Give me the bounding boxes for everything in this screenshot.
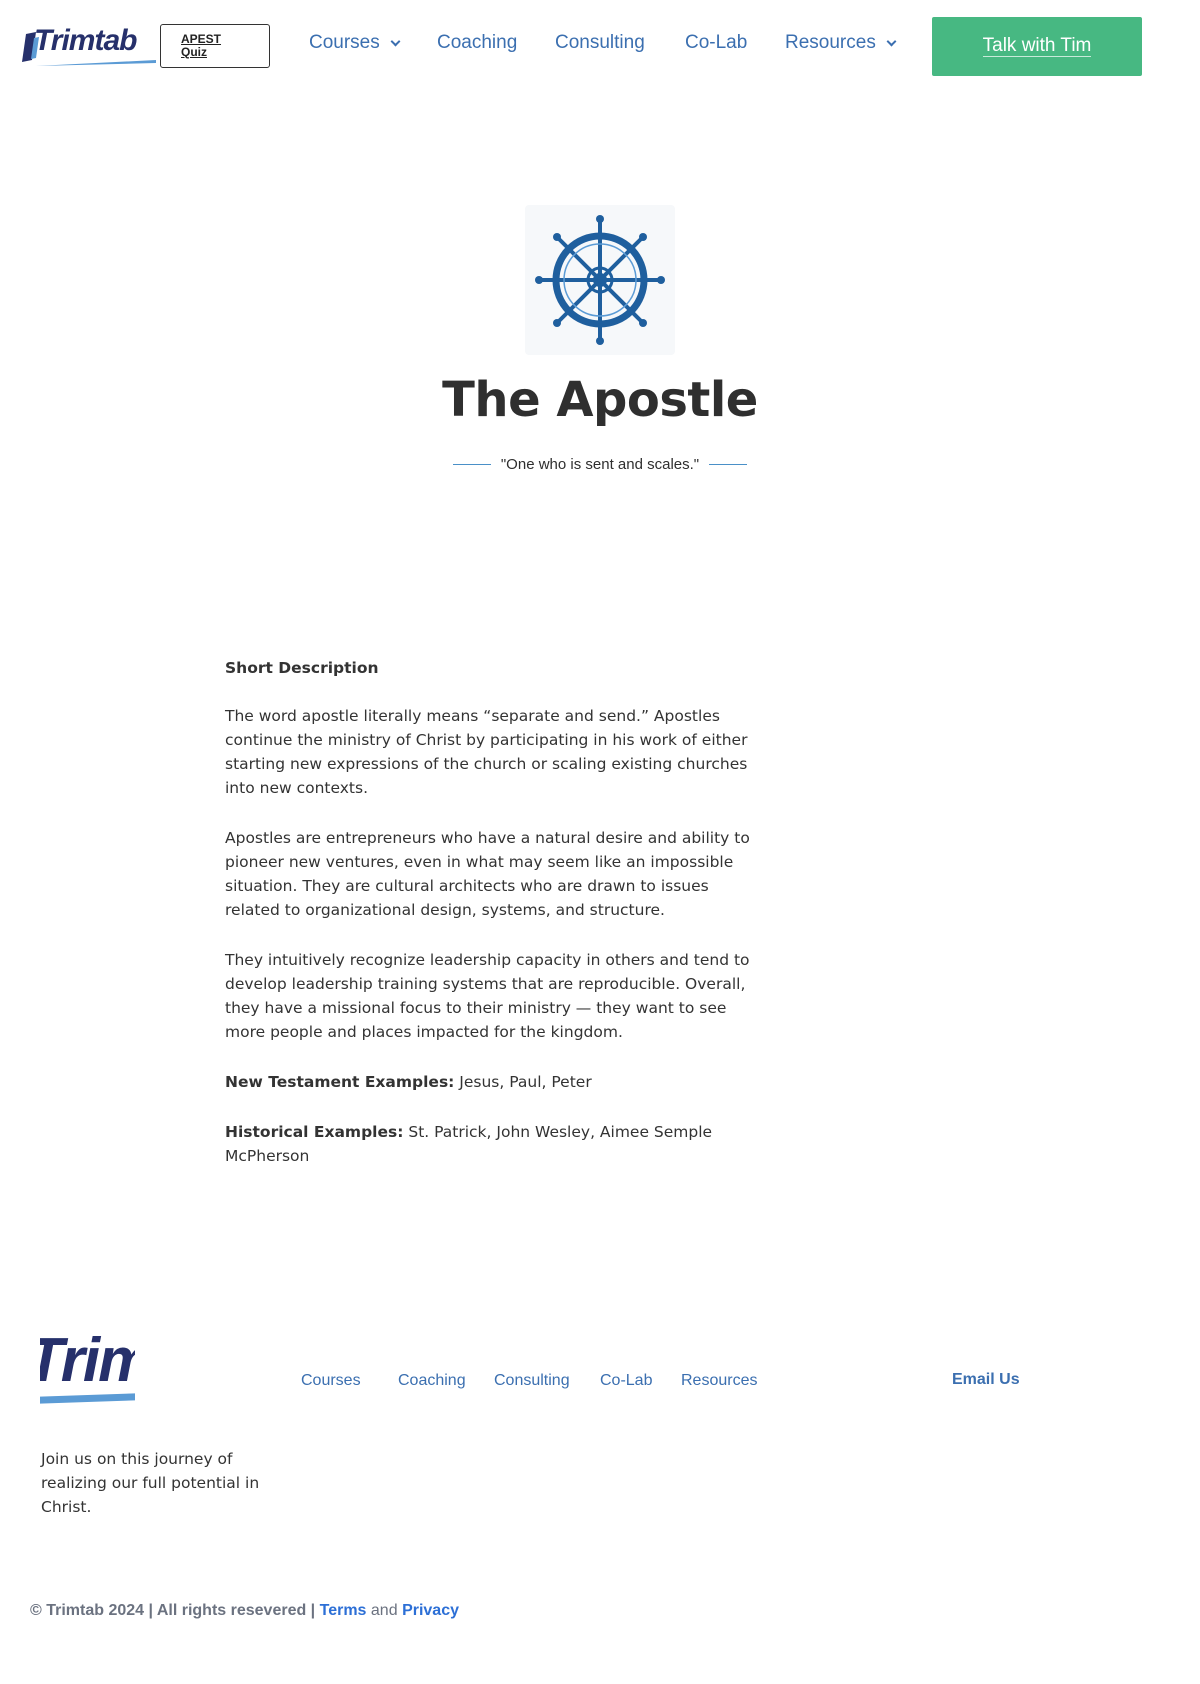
talk-with-tim-label: Talk with Tim xyxy=(982,35,1092,57)
description-paragraph: The word apostle literally means “separa… xyxy=(225,707,748,797)
nav-resources[interactable]: Resources xyxy=(785,32,897,54)
footer-tagline: Join us on this journey of realizing our… xyxy=(41,1450,260,1516)
description-section: Short Description The word apostle liter… xyxy=(225,656,755,1194)
section-heading: Short Description xyxy=(225,659,379,677)
privacy-link[interactable]: Privacy xyxy=(402,1602,459,1619)
tagline: "One who is sent and scales." xyxy=(450,452,750,476)
logo-wordmark: Trimtab xyxy=(34,24,137,57)
description-paragraph: Apostles are entrepreneurs who have a na… xyxy=(225,829,750,919)
talk-with-tim-button[interactable]: Talk with Tim xyxy=(932,17,1142,76)
footer-nav-resources[interactable]: Resources xyxy=(681,1372,757,1390)
nav-coaching[interactable]: Coaching xyxy=(437,32,517,54)
copyright-text: © Trimtab 2024 | All rights resevered | xyxy=(30,1602,316,1619)
tagline-divider-right xyxy=(709,463,748,465)
ships-wheel-icon xyxy=(535,215,665,345)
nt-examples: New Testament Examples: Jesus, Paul, Pet… xyxy=(225,1070,755,1094)
nav-consulting-label: Consulting xyxy=(555,32,645,53)
apest-quiz-label: APEST Quiz xyxy=(181,32,222,59)
email-us-link[interactable]: Email Us xyxy=(952,1371,1020,1389)
nav-co-lab[interactable]: Co-Lab xyxy=(685,32,747,54)
footer-logo-wordmark: Trim xyxy=(40,1333,135,1395)
logo-underline xyxy=(36,60,156,66)
footer-nav-courses[interactable]: Courses xyxy=(301,1372,361,1390)
tagline-divider-left xyxy=(452,463,491,465)
nt-examples-value: Jesus, Paul, Peter xyxy=(454,1073,592,1091)
footer-nav-consulting[interactable]: Consulting xyxy=(494,1372,570,1390)
copyright: © Trimtab 2024 | All rights resevered | … xyxy=(30,1602,459,1620)
apest-quiz-button[interactable]: APEST Quiz xyxy=(160,24,270,68)
nav-consulting[interactable]: Consulting xyxy=(555,32,645,54)
description-paragraph: They intuitively recognize leadership ca… xyxy=(225,951,750,1041)
nav-co-lab-label: Co-Lab xyxy=(685,32,748,53)
copyright-and: and xyxy=(370,1602,398,1619)
chevron-down-icon xyxy=(390,36,401,46)
nav-courses[interactable]: Courses xyxy=(309,32,401,54)
trimtab-logo[interactable]: Trimtab xyxy=(22,24,156,68)
nt-examples-label: New Testament Examples: xyxy=(225,1073,455,1091)
chevron-down-icon xyxy=(886,36,897,46)
footer-nav-co-lab[interactable]: Co-Lab xyxy=(600,1372,652,1390)
historical-examples: Historical Examples: St. Patrick, John W… xyxy=(225,1120,755,1168)
footer-logo[interactable]: Trim xyxy=(40,1333,135,1408)
page-title: The Apostle xyxy=(442,372,758,428)
nav-coaching-label: Coaching xyxy=(437,32,518,53)
site-header: Trimtab APEST Quiz Courses Coaching Cons… xyxy=(0,0,1200,96)
tagline-text: "One who is sent and scales." xyxy=(500,455,700,473)
terms-link[interactable]: Terms xyxy=(320,1602,367,1619)
nav-courses-label: Courses xyxy=(309,32,380,53)
hero-image xyxy=(525,205,675,355)
historical-examples-label: Historical Examples: xyxy=(225,1123,404,1141)
nav-resources-label: Resources xyxy=(785,32,876,53)
footer-nav-coaching[interactable]: Coaching xyxy=(398,1372,466,1390)
